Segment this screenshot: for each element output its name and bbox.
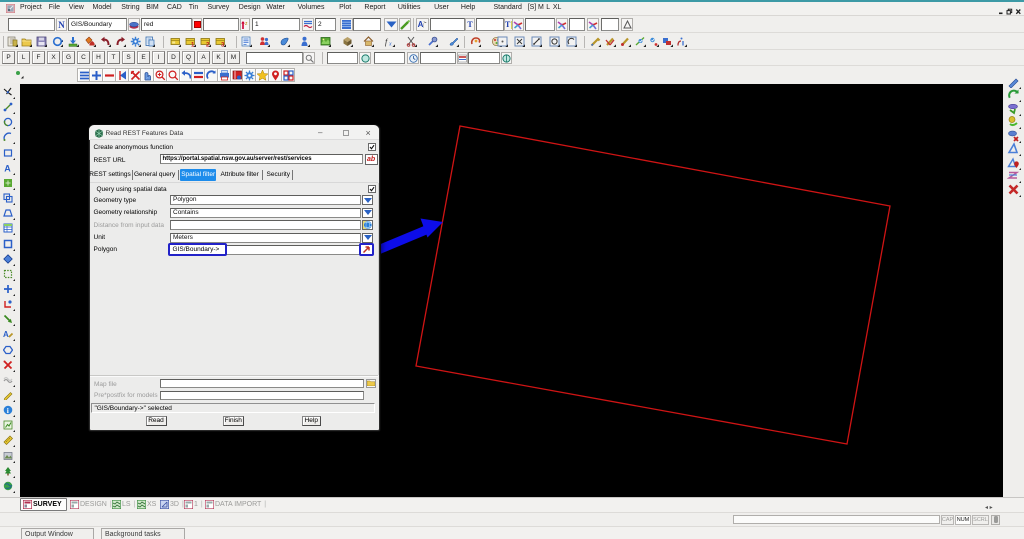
svg-text:x: x (388, 42, 392, 48)
svg-text:z: z (245, 21, 248, 27)
svg-text:A: A (3, 330, 9, 339)
svg-text:A: A (4, 163, 11, 173)
svg-text:i: i (7, 406, 9, 415)
